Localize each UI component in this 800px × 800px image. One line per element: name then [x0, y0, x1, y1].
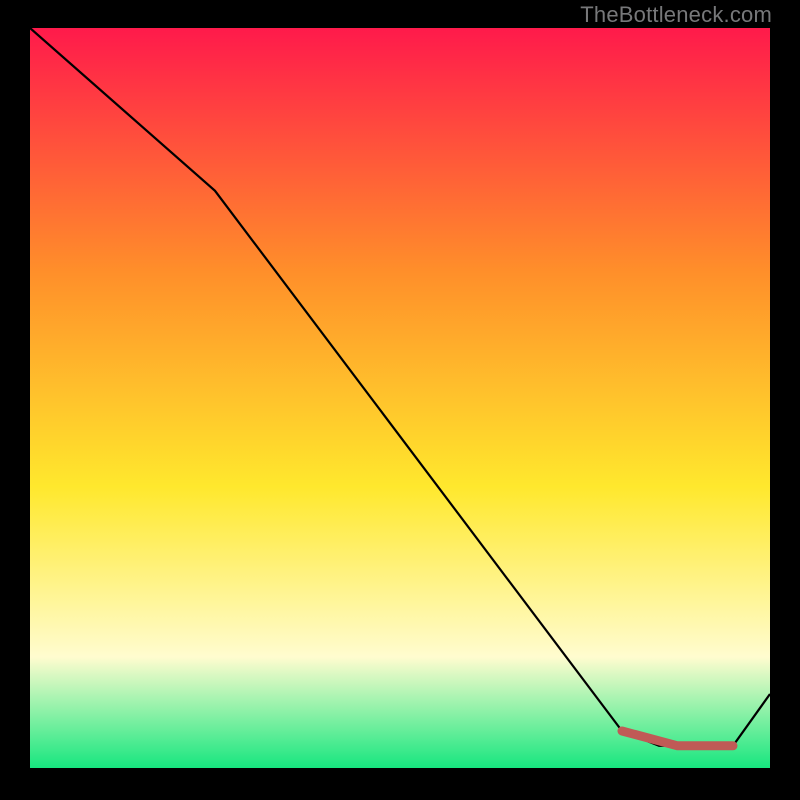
plot-area — [30, 28, 770, 768]
gradient-background — [30, 28, 770, 768]
watermark-text: TheBottleneck.com — [580, 2, 772, 28]
chart-container: TheBottleneck.com — [0, 0, 800, 800]
chart-svg — [30, 28, 770, 768]
